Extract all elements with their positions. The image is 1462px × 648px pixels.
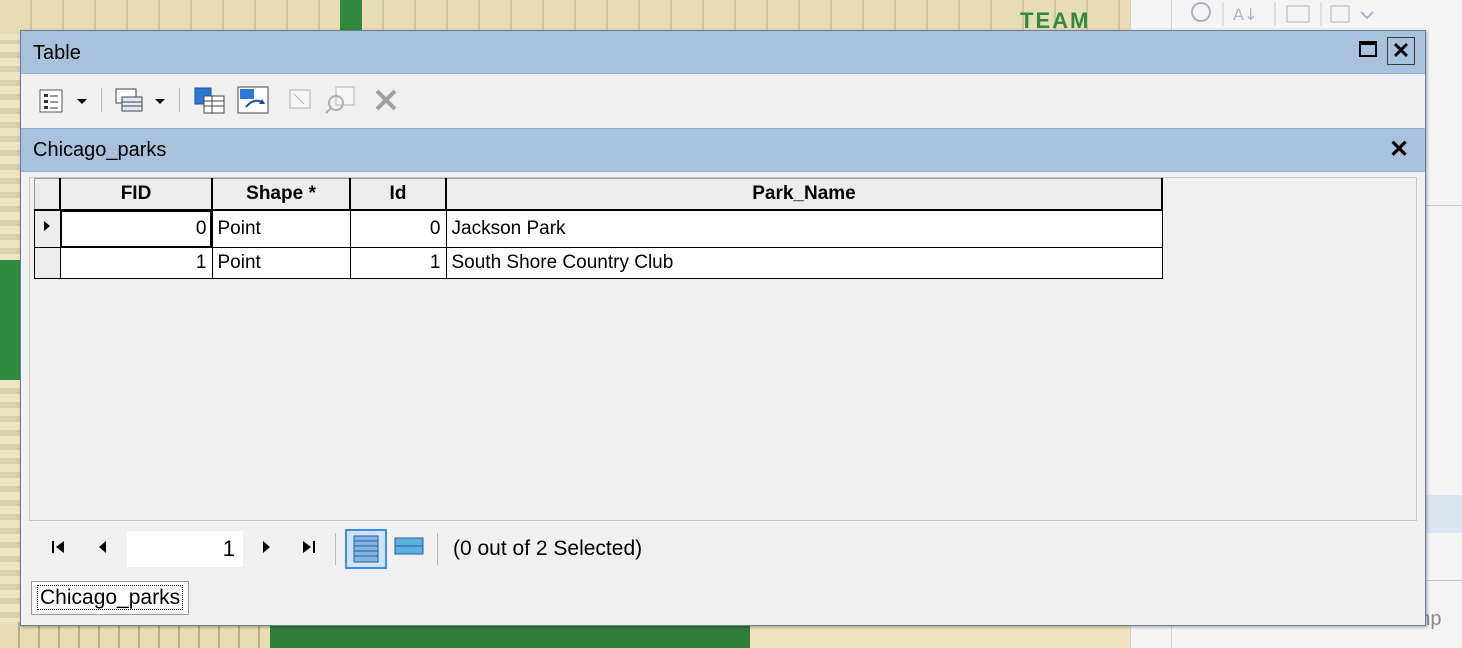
cell-shape[interactable]: Point <box>211 247 351 279</box>
next-record-icon <box>263 541 270 553</box>
table-options-button[interactable] <box>37 86 93 114</box>
cell-park-name[interactable]: South Shore Country Club <box>445 247 1163 279</box>
cell-id[interactable]: 1 <box>349 247 447 279</box>
tab-chicago-parks[interactable]: Chicago_parks <box>31 581 190 615</box>
cell-fid[interactable]: 1 <box>59 247 213 279</box>
attribute-grid: FID Shape * Id Park_Name 0 Point 0 Jacks… <box>29 177 1417 521</box>
related-tables-icon <box>115 88 165 112</box>
selected-records-icon <box>394 537 424 555</box>
current-row-arrow-icon <box>44 221 50 231</box>
selection-status: (0 out of 2 Selected) <box>453 537 643 560</box>
table-row[interactable]: 0 Point 0 Jackson Park <box>34 209 1163 248</box>
column-header-id[interactable]: Id <box>349 178 447 211</box>
window-title: Table <box>33 42 81 64</box>
column-header-park-name[interactable]: Park_Name <box>445 178 1163 211</box>
map-top-strip <box>0 0 1130 34</box>
select-by-attributes-button[interactable] <box>191 86 229 114</box>
row-selector-header[interactable] <box>34 178 61 211</box>
clear-selection-icon <box>289 89 311 109</box>
show-selected-records-button[interactable] <box>393 531 425 563</box>
maximize-button[interactable] <box>1359 41 1377 57</box>
row-selector[interactable] <box>34 209 61 248</box>
table-header-row: FID Shape * Id Park_Name <box>34 178 1163 211</box>
table-tab-header: Chicago_parks ✕ <box>21 128 1425 172</box>
column-header-shape[interactable]: Shape * <box>211 178 351 211</box>
attribute-table: FID Shape * Id Park_Name 0 Point 0 Jacks… <box>34 178 1163 279</box>
row-selector[interactable] <box>34 247 61 279</box>
close-button[interactable]: ✕ <box>1387 37 1415 65</box>
table-name: Chicago_parks <box>33 139 167 161</box>
table-footer: 1 (0 out of 2 Selected) <box>21 521 1425 577</box>
zoom-to-selected-icon <box>325 86 355 114</box>
switch-selection-button[interactable] <box>235 86 273 114</box>
cell-park-name[interactable]: Jackson Park <box>445 209 1163 248</box>
tab-label: Chicago_parks <box>36 585 184 610</box>
delete-selected-button[interactable] <box>371 86 401 114</box>
table-window: Table ✕ Chicago_parks ✕ FID Shape * Id P… <box>20 30 1426 626</box>
footer-separator <box>437 533 438 565</box>
panel-toolbar-icons: A↓ <box>1191 2 1374 26</box>
toolbar-separator <box>179 88 180 112</box>
table-options-icon <box>39 89 87 113</box>
previous-record-button[interactable] <box>93 537 113 562</box>
clear-selection-button[interactable] <box>285 86 315 114</box>
all-records-icon <box>353 535 379 563</box>
cell-shape[interactable]: Point <box>211 209 351 248</box>
last-record-icon <box>303 541 315 553</box>
cell-fid[interactable]: 0 <box>59 209 213 248</box>
first-record-icon <box>52 541 64 553</box>
zoom-to-selected-button[interactable] <box>323 86 359 114</box>
map-green-area <box>0 260 20 380</box>
close-table-button[interactable]: ✕ <box>1389 135 1409 164</box>
table-row[interactable]: 1 Point 1 South Shore Country Club <box>34 247 1163 279</box>
window-title-bar[interactable]: Table ✕ <box>21 31 1425 74</box>
record-number-input[interactable]: 1 <box>127 531 243 567</box>
table-toolbar <box>21 74 1425 126</box>
map-green-area-top <box>340 0 362 34</box>
show-all-records-button[interactable] <box>345 529 387 569</box>
cell-id[interactable]: 0 <box>349 209 447 248</box>
panel-toolbar: A↓ <box>1171 0 1462 30</box>
select-by-attributes-icon <box>194 87 225 114</box>
toolbar-separator <box>101 88 102 112</box>
table-tab-bar: Chicago_parks <box>21 577 1425 625</box>
next-record-button[interactable] <box>257 537 277 562</box>
column-header-fid[interactable]: FID <box>59 178 213 211</box>
delete-selected-icon <box>375 89 397 111</box>
previous-record-icon <box>99 541 106 553</box>
switch-selection-icon <box>237 86 269 114</box>
last-record-button[interactable] <box>299 537 321 562</box>
first-record-button[interactable] <box>49 537 69 562</box>
svg-text:A↓: A↓ <box>1233 5 1257 24</box>
footer-separator <box>335 533 336 565</box>
related-tables-button[interactable] <box>113 86 171 114</box>
